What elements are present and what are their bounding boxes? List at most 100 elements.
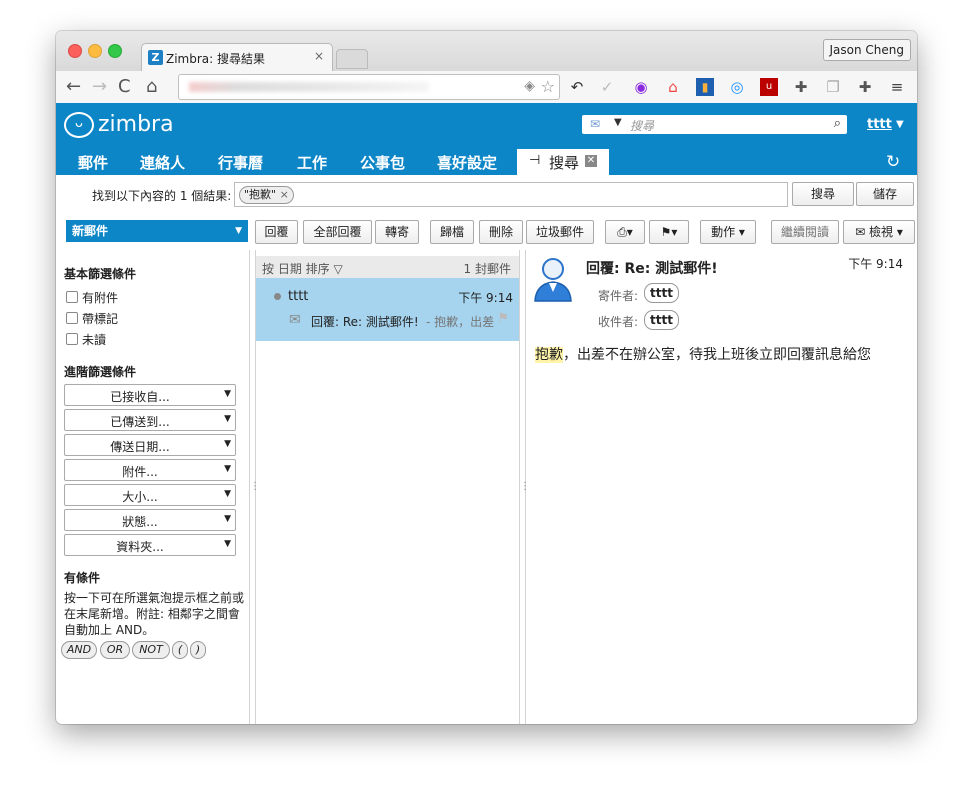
forward-icon[interactable]: → — [92, 76, 107, 97]
list-header: 按 日期 排序 ▽ 1 封郵件 — [256, 256, 519, 278]
or-operator-button[interactable]: OR — [100, 641, 130, 659]
tab-title: Zimbra: 搜尋結果 — [166, 52, 266, 66]
tab-preferences[interactable]: 喜好設定 — [437, 152, 497, 173]
printer-icon: ⎙▾ — [617, 225, 633, 239]
delete-button[interactable]: 刪除 — [479, 220, 523, 244]
tab-close-icon[interactable]: × — [314, 49, 324, 63]
spam-button[interactable]: 垃圾郵件 — [526, 220, 594, 244]
save-search-button[interactable]: 儲存 — [856, 182, 914, 206]
sync-extension-icon[interactable]: ◎ — [728, 78, 746, 96]
to-chip[interactable]: tttt — [644, 310, 679, 330]
refresh-icon[interactable]: ↻ — [886, 152, 900, 172]
tab-briefcase[interactable]: 公事包 — [360, 152, 405, 173]
and-operator-button[interactable]: AND — [61, 641, 97, 659]
back-icon[interactable]: ← — [66, 76, 81, 97]
new-mail-button[interactable]: 新郵件 ▼ — [66, 220, 248, 242]
filter-flagged[interactable]: 帶標記 — [66, 310, 118, 327]
tab-calendar[interactable]: 行事曆 — [218, 152, 263, 173]
undo-extension-icon[interactable]: ↶ — [568, 78, 586, 96]
from-chip[interactable]: tttt — [644, 283, 679, 303]
search-type-dropdown-icon[interactable]: ▼ — [614, 117, 622, 128]
check-extension-icon[interactable]: ✓ — [598, 78, 616, 96]
ublock-extension-icon[interactable]: u — [760, 78, 778, 96]
advanced-filters-heading: 進階篩選條件 — [64, 365, 137, 379]
maximize-window-button[interactable] — [108, 44, 122, 58]
pin-icon: ⊣ — [529, 153, 541, 168]
actions-button[interactable]: 動作 ▾ — [700, 220, 756, 244]
query-chip[interactable]: "抱歉" × — [239, 186, 294, 204]
copy-extension-icon[interactable]: ❐ — [824, 78, 842, 96]
not-operator-button[interactable]: NOT — [132, 641, 170, 659]
browser-tab[interactable]: Z Zimbra: 搜尋結果 × — [141, 43, 333, 72]
size-dropdown[interactable]: 大小... ▼ — [64, 484, 236, 506]
tab-tasks[interactable]: 工作 — [297, 152, 327, 173]
browser-tab-strip: Z Zimbra: 搜尋結果 × Jason Cheng — [56, 31, 917, 72]
browser-toolbar: ← → C ⌂ ◈ ☆ ↶ ✓ ◉ ⌂ ▮ ◎ u ✚ ❐ ✚ ≡ — [56, 71, 917, 104]
minimize-window-button[interactable] — [88, 44, 102, 58]
reply-all-button[interactable]: 全部回覆 — [303, 220, 372, 244]
folder-dropdown[interactable]: 資料夾... ▼ — [64, 534, 236, 556]
global-search-box[interactable]: ✉ ▼ 搜尋 ⌕ — [582, 115, 847, 134]
analytics-extension-icon[interactable]: ▮ — [696, 78, 714, 96]
filter-unread[interactable]: 未讀 — [66, 331, 106, 348]
list-item-fragment: - 抱歉，出差 — [426, 315, 495, 329]
home-extension-icon[interactable]: ⌂ — [664, 78, 682, 96]
extension-lens-icon[interactable]: ◈ — [524, 78, 535, 94]
list-item[interactable]: tttt 下午 9:14 ✉ 回覆: Re: 測試郵件! - 抱歉，出差 ⚑ — [256, 278, 519, 341]
archive-button[interactable]: 歸檔 — [430, 220, 474, 244]
conditions-note: 按一下可在所選氣泡提示框之前或在末尾新增。附註: 相鄰字之間會自動加上 AND。 — [64, 591, 245, 637]
search-icon[interactable]: ⌕ — [834, 116, 841, 131]
list-item-subject: 回覆: Re: 測試郵件! — [311, 315, 419, 329]
user-menu-arrow-icon[interactable]: ▼ — [896, 119, 904, 130]
conditions-heading: 有條件 — [64, 571, 101, 585]
home-icon[interactable]: ⌂ — [146, 76, 157, 97]
attachment-dropdown[interactable]: 附件... ▼ — [64, 459, 236, 481]
search-button[interactable]: 搜尋 — [792, 182, 854, 206]
zimbra-logo: ᴗ zimbra — [64, 112, 174, 138]
from-label: 寄件者: — [598, 289, 639, 303]
search-input[interactable]: 搜尋 — [630, 117, 654, 134]
close-window-button[interactable] — [68, 44, 82, 58]
close-paren-button[interactable]: ) — [190, 641, 206, 659]
left-resize-grip-icon[interactable]: ⋮ — [250, 481, 260, 492]
user-menu[interactable]: tttt — [867, 117, 892, 132]
read-status-dot-icon[interactable] — [274, 293, 281, 300]
bookmark-star-icon[interactable]: ☆ — [541, 77, 555, 96]
address-bar[interactable]: ◈ ☆ — [178, 74, 560, 100]
received-from-dropdown[interactable]: 已接收自... ▼ — [64, 384, 236, 406]
status-dropdown[interactable]: 狀態... ▼ — [64, 509, 236, 531]
tab-contacts[interactable]: 連絡人 — [140, 152, 185, 173]
flag-icon[interactable]: ⚑ — [497, 311, 509, 326]
right-resize-grip-icon[interactable]: ⋮ — [520, 481, 530, 492]
avatar — [534, 258, 572, 302]
continue-reading-button[interactable]: 繼續閱讀 — [771, 220, 839, 244]
query-input[interactable]: "抱歉" × — [234, 182, 788, 207]
reload-icon[interactable]: C — [118, 76, 131, 97]
filter-has-attachment[interactable]: 有附件 — [66, 289, 118, 306]
message-body-text: ，出差不在辦公室，待我上班後立即回覆訊息給您 — [563, 347, 871, 363]
smiley-icon: ᴗ — [64, 112, 94, 138]
menu-icon[interactable]: ≡ — [888, 78, 906, 96]
sent-date-dropdown[interactable]: 傳送日期... ▼ — [64, 434, 236, 456]
open-paren-button[interactable]: ( — [172, 641, 188, 659]
puzzle-extension-2-icon[interactable]: ✚ — [856, 78, 874, 96]
tab-search[interactable]: ⊣ 搜尋 ✕ — [517, 149, 609, 175]
color-extension-icon[interactable]: ◉ — [632, 78, 650, 96]
basic-filters-heading: 基本篩選條件 — [64, 267, 137, 281]
new-tab-button[interactable] — [336, 49, 368, 69]
zimbra-logo-text: zimbra — [98, 112, 174, 137]
tag-dropdown-button[interactable]: ⚑▾ — [649, 220, 689, 244]
puzzle-extension-icon[interactable]: ✚ — [792, 78, 810, 96]
print-dropdown-button[interactable]: ⎙▾ — [605, 220, 645, 244]
message-count: 1 封郵件 — [463, 262, 511, 276]
tab-mail[interactable]: 郵件 — [78, 152, 108, 173]
sent-to-dropdown[interactable]: 已傳送到... ▼ — [64, 409, 236, 431]
forward-button[interactable]: 轉寄 — [375, 220, 419, 244]
reply-button[interactable]: 回覆 — [255, 220, 298, 244]
tab-search-close-icon[interactable]: ✕ — [585, 155, 597, 167]
profile-button[interactable]: Jason Cheng — [822, 39, 911, 61]
sort-by-date-toggle[interactable]: 按 日期 排序 ▽ — [262, 260, 343, 277]
view-button[interactable]: ✉ 檢視 ▾ — [843, 220, 915, 244]
mail-type-icon[interactable]: ✉ — [590, 117, 600, 131]
list-item-from: tttt — [288, 289, 309, 304]
